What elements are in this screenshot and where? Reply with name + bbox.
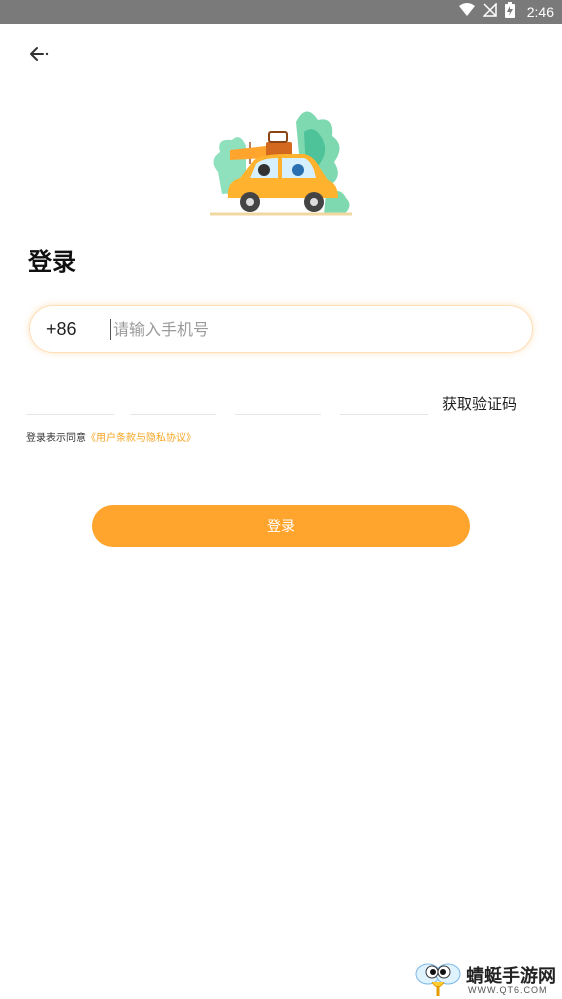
clock: 2:46 [526, 4, 554, 20]
agreement-link[interactable]: 《用户条款与隐私协议》 [86, 433, 196, 444]
verification-code-box-4[interactable] [340, 384, 428, 415]
verification-code-box-3[interactable] [235, 384, 321, 415]
dragonfly-logo-icon [415, 963, 461, 996]
verification-code-box-1[interactable] [26, 384, 114, 415]
agreement-text: 登录表示同意《用户条款与隐私协议》 [26, 429, 196, 444]
page-title: 登录 [28, 248, 76, 276]
car-illustration [206, 102, 356, 224]
country-code[interactable]: +86 [46, 319, 96, 340]
back-button[interactable] [26, 40, 54, 68]
no-signal-icon [481, 2, 497, 21]
login-button[interactable]: 登录 [92, 505, 470, 547]
phone-input-container[interactable]: +86 [30, 306, 532, 352]
phone-input[interactable] [110, 318, 495, 340]
verification-code-box-2[interactable] [130, 384, 216, 415]
status-bar: 2:46 [0, 0, 562, 24]
get-code-button[interactable]: 获取验证码 [442, 393, 517, 414]
wifi-icon [458, 3, 475, 21]
battery-icon [504, 2, 515, 22]
back-arrow-icon [30, 47, 49, 61]
watermark-url: WWW.QT6.COM [468, 985, 548, 995]
agreement-prefix: 登录表示同意 [26, 433, 86, 444]
watermark: 蜻蜓手游网 WWW.QT6.COM [414, 958, 562, 999]
